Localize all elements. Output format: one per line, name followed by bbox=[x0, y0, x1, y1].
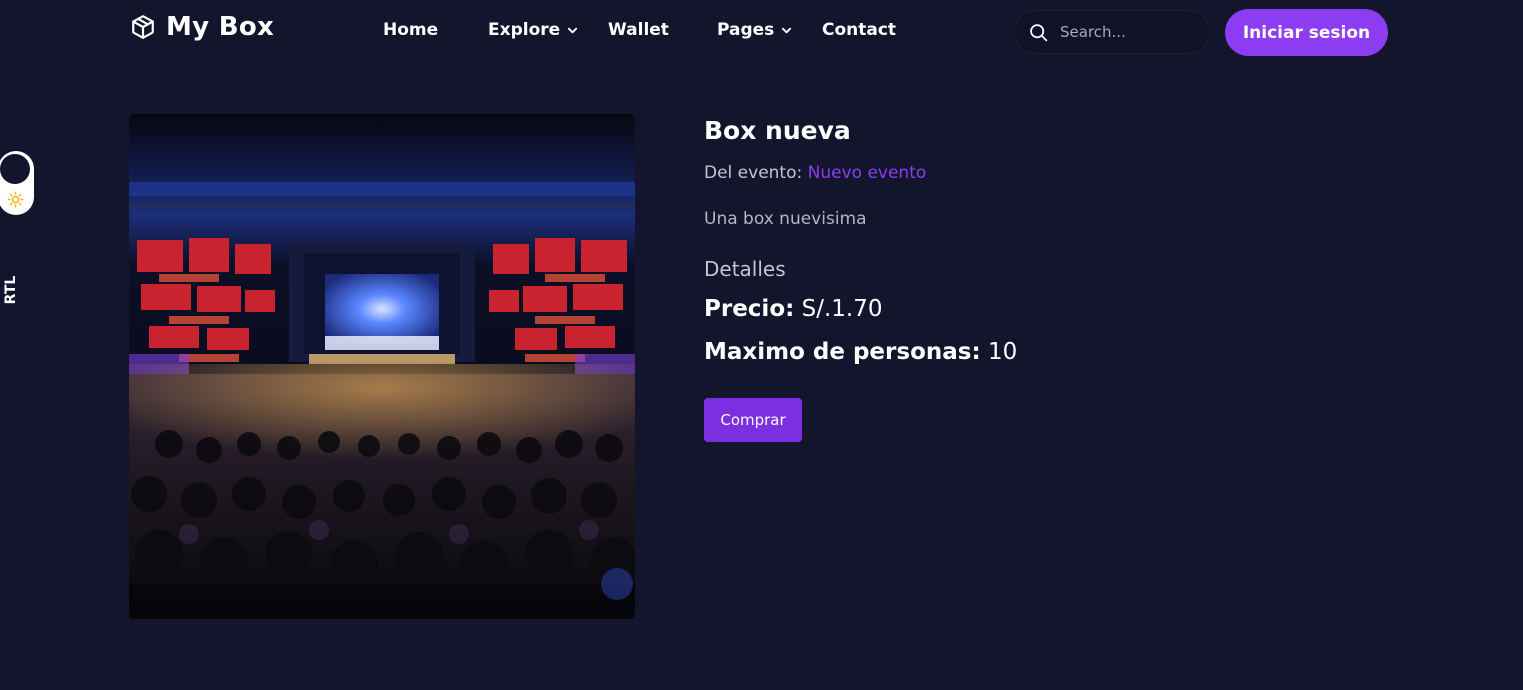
search-box bbox=[1014, 10, 1210, 54]
chevron-down-icon bbox=[568, 27, 578, 33]
toggle-knob bbox=[0, 154, 30, 184]
price-value: S/.1.70 bbox=[801, 296, 883, 322]
nav-item-label: Wallet bbox=[608, 20, 669, 40]
nav-item-label: Contact bbox=[822, 20, 897, 40]
nav-item-home[interactable]: Home bbox=[383, 20, 438, 40]
cube-icon bbox=[132, 15, 154, 39]
product-title: Box nueva bbox=[704, 116, 851, 145]
max-people-value: 10 bbox=[987, 339, 1018, 365]
nav-item-label: Home bbox=[383, 20, 439, 40]
event-link[interactable]: Nuevo evento bbox=[808, 163, 927, 183]
product-image bbox=[129, 114, 635, 619]
nav-item-label: Pages bbox=[717, 20, 775, 40]
rtl-label: RTL bbox=[3, 275, 19, 305]
event-prefix: Del evento: bbox=[704, 163, 803, 183]
nav-item-explore[interactable]: Explore bbox=[488, 20, 578, 40]
nav-item-label: Explore bbox=[488, 20, 561, 40]
rtl-toggle[interactable]: RTL bbox=[0, 275, 24, 305]
nav-item-wallet[interactable]: Wallet bbox=[608, 20, 669, 40]
theme-toggle[interactable] bbox=[0, 151, 34, 215]
search-input[interactable] bbox=[1060, 23, 1200, 41]
brand-name: My Box bbox=[166, 12, 275, 42]
login-button[interactable]: Iniciar sesion bbox=[1225, 9, 1388, 56]
brand-logo[interactable]: My Box bbox=[130, 12, 274, 42]
search-icon bbox=[1030, 23, 1048, 41]
max-people-label: Maximo de personas: bbox=[704, 339, 981, 365]
nav-item-contact[interactable]: Contact bbox=[822, 20, 896, 40]
event-line: Del evento: Nuevo evento bbox=[704, 163, 926, 183]
max-people-line: Maximo de personas: 10 bbox=[704, 339, 1017, 365]
details-heading: Detalles bbox=[704, 257, 786, 281]
chevron-down-icon bbox=[782, 27, 792, 33]
product-description: Una box nuevisima bbox=[704, 209, 867, 229]
buy-button[interactable]: Comprar bbox=[704, 398, 802, 442]
page: My Box Home Explore Wallet Pages Contact… bbox=[0, 0, 1523, 690]
concert-hall-image bbox=[129, 114, 635, 619]
sun-icon bbox=[7, 191, 24, 208]
nav-item-pages[interactable]: Pages bbox=[717, 20, 792, 40]
price-label: Precio: bbox=[704, 296, 795, 322]
price-line: Precio: S/.1.70 bbox=[704, 296, 883, 322]
